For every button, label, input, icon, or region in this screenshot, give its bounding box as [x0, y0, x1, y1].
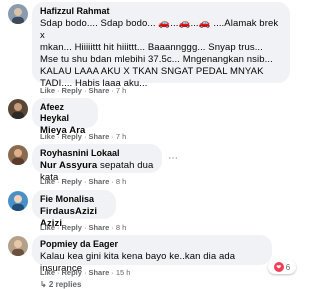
- timestamp[interactable]: 7 h: [116, 132, 126, 141]
- more-options-icon[interactable]: ⋯: [168, 153, 179, 164]
- avatar[interactable]: [8, 145, 28, 165]
- avatar[interactable]: [8, 236, 28, 256]
- comment-author[interactable]: Afeez Heykal: [40, 102, 90, 124]
- avatar[interactable]: [8, 191, 28, 211]
- comment-bubble: Popmiey da Eager Kalau kea gini kita ken…: [32, 235, 272, 274]
- timestamp[interactable]: 8 h: [116, 223, 126, 232]
- comment-author[interactable]: Fie Monalisa: [40, 194, 108, 205]
- comment-author[interactable]: Royhasnini Lokaal: [40, 148, 154, 159]
- avatar[interactable]: [8, 99, 28, 119]
- share-button[interactable]: Share: [88, 223, 109, 232]
- reaction-count[interactable]: ❤ 6: [268, 260, 296, 274]
- reply-button[interactable]: Reply: [62, 268, 82, 277]
- heart-icon: ❤: [273, 262, 284, 272]
- reply-button[interactable]: Reply: [62, 86, 82, 95]
- share-button[interactable]: Share: [88, 268, 109, 277]
- comment-actions: Like · Reply · Share · 7 h: [40, 132, 127, 141]
- comment-bubble: Fie Monalisa FirdausAzizi Azizi: [32, 190, 116, 229]
- like-button[interactable]: Like: [40, 268, 55, 277]
- comment-bubble: Royhasnini Lokaal Nur Assyura sepatah du…: [32, 144, 162, 183]
- timestamp[interactable]: 8 h: [116, 177, 126, 186]
- avatar[interactable]: [8, 4, 28, 24]
- comment-author[interactable]: Popmiey da Eager: [40, 239, 264, 250]
- tagged-user[interactable]: Nur Assyura: [40, 160, 97, 171]
- comment-actions: Like · Reply · Share · 8 h: [40, 177, 127, 186]
- comment-author[interactable]: Hafizzul Rahmat: [40, 6, 282, 17]
- comment-bubble: Afeez Heykal Mieya Ara: [32, 98, 98, 136]
- timestamp[interactable]: 15 h: [116, 268, 131, 277]
- reply-button[interactable]: Reply: [62, 223, 82, 232]
- like-button[interactable]: Like: [40, 86, 55, 95]
- like-button[interactable]: Like: [40, 132, 55, 141]
- timestamp[interactable]: 7 h: [116, 86, 126, 95]
- share-button[interactable]: Share: [88, 86, 109, 95]
- reply-button[interactable]: Reply: [62, 132, 82, 141]
- comment-text: Sdap bodo.... Sdap bodo... 🚗...🚗...🚗 ...…: [40, 18, 279, 89]
- like-button[interactable]: Like: [40, 177, 55, 186]
- comment-actions: Like · Reply · Share · 8 h: [40, 223, 127, 232]
- view-replies-link[interactable]: ↳ 2 replies: [40, 280, 81, 289]
- reply-button[interactable]: Reply: [62, 177, 82, 186]
- share-button[interactable]: Share: [88, 177, 109, 186]
- comment-actions: Like · Reply · Share · 7 h: [40, 86, 127, 95]
- share-button[interactable]: Share: [88, 132, 109, 141]
- comment-actions: Like · Reply · Share · 15 h: [40, 268, 131, 277]
- comment-bubble: Hafizzul Rahmat Sdap bodo.... Sdap bodo.…: [32, 2, 290, 89]
- like-button[interactable]: Like: [40, 223, 55, 232]
